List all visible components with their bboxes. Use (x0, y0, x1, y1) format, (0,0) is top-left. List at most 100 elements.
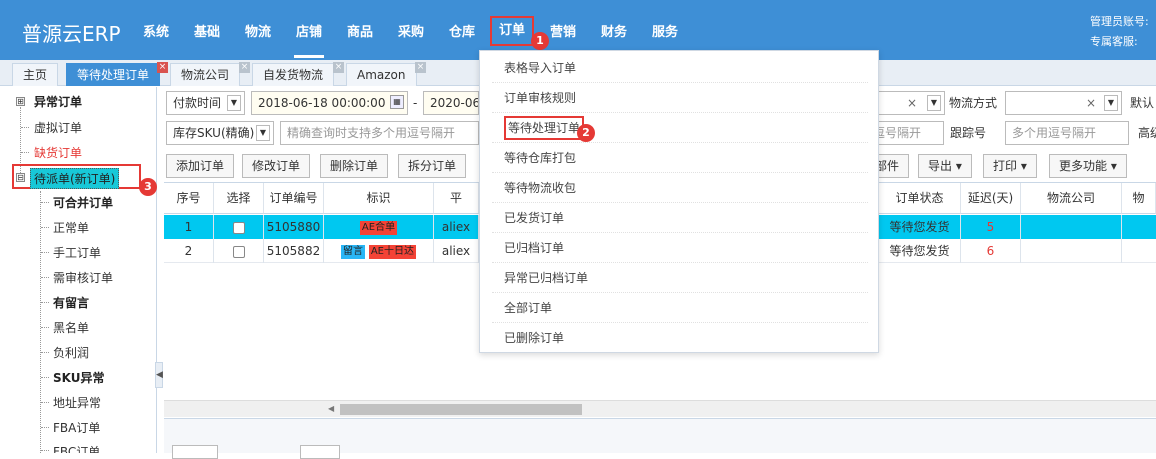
export-button[interactable]: 导出 ▾ (918, 154, 972, 178)
sidebar-item-manual[interactable]: 手工订单 (53, 244, 101, 261)
tree-branch (41, 377, 49, 378)
menu-item-archived[interactable]: 已归档订单 (492, 233, 868, 263)
menu-item-review-rules[interactable]: 订单审核规则 (492, 83, 868, 113)
caret-down-icon: ▾ (1020, 159, 1027, 173)
menu-item-import-orders[interactable]: 表格导入订单 (492, 53, 868, 83)
sidebar-item-out-of-stock[interactable]: 缺货订单 (34, 144, 82, 161)
close-icon[interactable]: × (415, 62, 426, 73)
col-header-platform[interactable]: 平 (434, 183, 479, 214)
tag-badge: AE十日达 (368, 244, 416, 259)
sidebar-item-pending-dispatch[interactable]: 待派单(新订单) (30, 168, 120, 189)
collapse-icon[interactable]: ⊟ (16, 173, 25, 182)
sidebar-item-blacklist[interactable]: 黑名单 (53, 319, 89, 336)
col-header-no[interactable]: 序号 (164, 183, 214, 214)
menu-item-exception-archived[interactable]: 异常已归档订单 (492, 263, 868, 293)
scroll-left-icon[interactable]: ◀ (328, 404, 334, 413)
menu-item-deleted[interactable]: 已删除订单 (492, 323, 868, 353)
step-marker-1: 1 (531, 32, 549, 50)
sidebar-item-fba[interactable]: FBA订单 (53, 419, 100, 436)
nav-products[interactable]: 商品 (347, 22, 373, 44)
sidebar-item-address-exception[interactable]: 地址异常 (53, 394, 101, 411)
col-header-logistics-company[interactable]: 物流公司 (1021, 183, 1122, 214)
nav-orders[interactable]: 订单 (490, 16, 535, 46)
nav-warehouse[interactable]: 仓库 (449, 22, 475, 44)
tree-branch (21, 152, 29, 153)
close-icon[interactable]: × (239, 62, 250, 73)
brand-logo: 普源云ERP (22, 22, 121, 46)
sidebar-item-exception-orders[interactable]: 异常订单 (34, 93, 82, 110)
caret-down-icon: ▾ (955, 159, 962, 173)
nav-logistics[interactable]: 物流 (245, 22, 271, 44)
col-header-delay[interactable]: 延迟(天) (961, 183, 1021, 214)
delete-order-button[interactable]: 删除订单 (320, 154, 389, 178)
sidebar-item-fbc[interactable]: FBC订单 (53, 443, 100, 453)
tab-self-shipping[interactable]: 自发货物流 (252, 63, 335, 86)
tab-logistics-company[interactable]: 物流公司 (170, 63, 241, 86)
expand-icon[interactable]: ⊞ (16, 97, 25, 106)
close-icon[interactable]: × (157, 62, 168, 73)
nav-service[interactable]: 服务 (652, 22, 678, 44)
close-icon[interactable]: × (333, 62, 344, 73)
menu-item-awaiting-packing[interactable]: 等待仓库打包 (492, 143, 868, 173)
tag-badge: AE合单 (359, 220, 398, 235)
horizontal-scrollbar[interactable]: ◀ (164, 400, 1156, 417)
stock-sku-select[interactable]: 库存SKU(精确) ▼ (166, 121, 274, 145)
sidebar-collapse-handle[interactable]: ◀ (155, 362, 163, 388)
tag-badge: 留言 (341, 244, 365, 259)
row-checkbox[interactable] (232, 221, 245, 234)
sidebar-item-normal[interactable]: 正常单 (53, 219, 89, 236)
calendar-icon[interactable]: ▦ (390, 95, 404, 109)
add-order-button[interactable]: 添加订单 (166, 154, 235, 178)
admin-info: 管理员账号: 专属客服: (1090, 12, 1156, 52)
chevron-down-icon: ▼ (227, 95, 241, 111)
sidebar-item-has-message[interactable]: 有留言 (53, 294, 89, 311)
col-header-select[interactable]: 选择 (214, 183, 264, 214)
tab-pending-orders[interactable]: 等待处理订单 (66, 63, 161, 86)
menu-item-shipped[interactable]: 已发货订单 (492, 203, 868, 233)
col-header-more[interactable]: 物 (1122, 183, 1156, 214)
sidebar-item-virtual-orders[interactable]: 虚拟订单 (34, 119, 82, 136)
nav-basics[interactable]: 基础 (194, 22, 220, 44)
nav-purchase[interactable]: 采购 (398, 22, 424, 44)
tracking-label: 跟踪号 (950, 126, 987, 140)
menu-item-pending-orders[interactable]: 等待处理订单 (492, 113, 868, 143)
menu-item-awaiting-pickup[interactable]: 等待物流收包 (492, 173, 868, 203)
tab-amazon[interactable]: Amazon (346, 63, 417, 86)
scrollbar-thumb[interactable] (340, 404, 582, 415)
filter-select[interactable]: × ▼ (879, 91, 945, 115)
col-header-status[interactable]: 订单状态 (879, 183, 961, 214)
advanced-search-link[interactable]: 高级 (1138, 121, 1156, 145)
date-end-input[interactable]: 2020-06 (423, 91, 479, 115)
tree-line (40, 191, 41, 453)
row-checkbox[interactable] (232, 245, 245, 258)
admin-support-label: 专属客服: (1090, 35, 1138, 48)
sidebar-item-mergeable[interactable]: 可合并订单 (53, 194, 113, 211)
nav-marketing[interactable]: 营销 (550, 22, 576, 44)
col-header-tags[interactable]: 标识 (324, 183, 434, 214)
step-marker-2: 2 (577, 124, 595, 142)
pay-time-select[interactable]: 付款时间 ▼ (166, 91, 245, 115)
tree-branch (41, 302, 49, 303)
stock-sku-input[interactable]: 精确查询时支持多个用逗号隔开 (280, 121, 479, 145)
default-select[interactable]: 默认 (1130, 91, 1154, 115)
search-input-partial[interactable]: 逗号隔开 (872, 121, 944, 145)
nav-finance[interactable]: 财务 (601, 22, 627, 44)
menu-item-all-orders[interactable]: 全部订单 (492, 293, 868, 323)
split-order-button[interactable]: 拆分订单 (398, 154, 467, 178)
logistics-method-select[interactable]: × ▼ (1005, 91, 1122, 115)
print-button[interactable]: 打印 ▾ (983, 154, 1037, 178)
date-start-input[interactable]: 2018-06-18 00:00:00 (251, 91, 408, 115)
sidebar-item-sku-exception[interactable]: SKU异常 (53, 369, 104, 386)
more-functions-button[interactable]: 更多功能 ▾ (1049, 154, 1127, 178)
page-size-select[interactable] (172, 445, 218, 459)
sidebar-item-needs-review[interactable]: 需审核订单 (53, 269, 113, 286)
sidebar-item-negative-profit[interactable]: 负利润 (53, 344, 89, 361)
nav-system[interactable]: 系统 (143, 22, 169, 44)
page-number-input[interactable] (300, 445, 340, 459)
edit-order-button[interactable]: 修改订单 (242, 154, 311, 178)
col-header-order-no[interactable]: 订单编号 (264, 183, 324, 214)
tree-branch (41, 352, 49, 353)
tab-home[interactable]: 主页 (12, 63, 59, 86)
nav-store[interactable]: 店铺 (293, 22, 325, 58)
tracking-input[interactable]: 多个用逗号隔开 (1005, 121, 1129, 145)
